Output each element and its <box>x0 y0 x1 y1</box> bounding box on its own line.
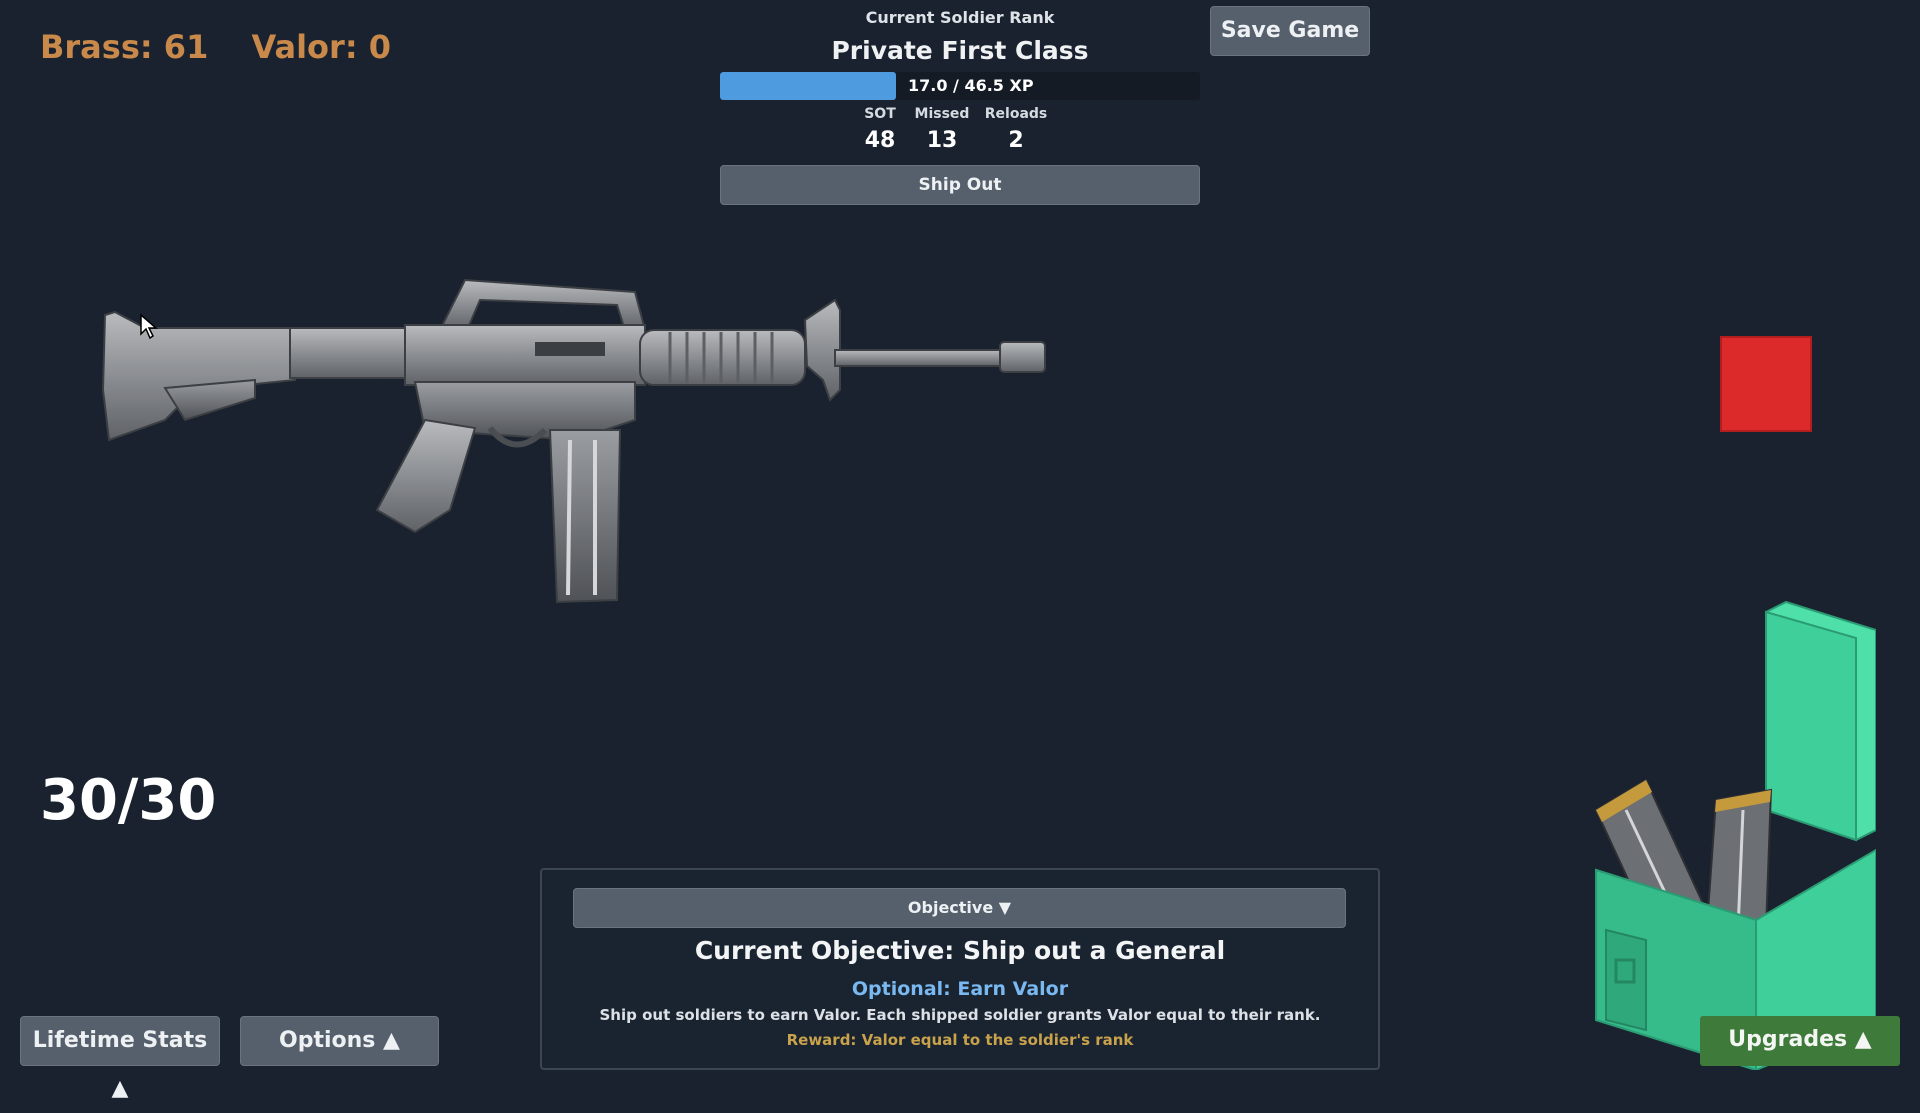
ammo-box-image[interactable] <box>1586 600 1876 1070</box>
stat-value: 2 <box>1008 128 1024 153</box>
objective-reward: Reward: Valor equal to the soldier's ran… <box>786 1031 1134 1049</box>
rank-name: Private First Class <box>831 36 1089 65</box>
upgrades-button[interactable]: Upgrades ▲ <box>1700 1016 1900 1066</box>
stat-missed: Missed 13 <box>902 106 982 153</box>
red-target[interactable] <box>1720 336 1812 432</box>
xp-progress-fill <box>720 72 896 100</box>
objective-toggle-button[interactable]: Objective ▼ <box>573 888 1346 928</box>
stat-reloads: Reloads 2 <box>976 106 1056 153</box>
rank-caption: Current Soldier Rank <box>865 8 1055 27</box>
valor-counter: Valor: 0 <box>251 28 392 66</box>
objective-description: Ship out soldiers to earn Valor. Each sh… <box>599 1006 1321 1024</box>
stat-label: Missed <box>914 106 970 122</box>
brass-counter: Brass: 61 <box>40 28 209 66</box>
objective-optional: Optional: Earn Valor <box>851 978 1069 1000</box>
stat-label: Reloads <box>984 106 1048 122</box>
ammo-counter: 30/30 <box>40 768 217 833</box>
lifetime-stats-button[interactable]: Lifetime Stats ▲ <box>20 1016 220 1101</box>
currency-display: Brass: 61 Valor: 0 <box>40 28 423 66</box>
objective-title: Current Objective: Ship out a General <box>694 936 1226 965</box>
options-button[interactable]: Options ▲ <box>240 1016 439 1066</box>
stat-value: 13 <box>926 128 958 153</box>
save-game-button[interactable]: Save Game <box>1210 6 1370 56</box>
rifle-image[interactable] <box>95 270 1055 610</box>
xp-text: 17.0 / 46.5 XP <box>908 76 1034 95</box>
mouse-pointer-icon <box>140 314 159 340</box>
ship-out-button[interactable]: Ship Out <box>720 165 1200 205</box>
